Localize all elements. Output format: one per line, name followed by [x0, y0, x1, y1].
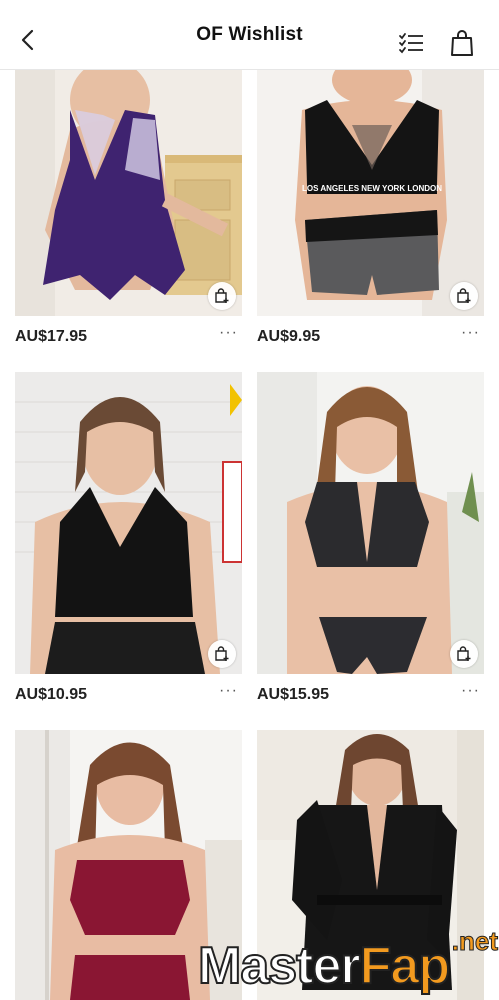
product-price: AU$15.95 [257, 686, 330, 703]
product-card[interactable]: LOS ANGELES NEW YORK LONDON AU$9.95 ··· [257, 70, 484, 356]
product-price: AU$9.95 [257, 328, 321, 345]
watermark-suffix: .net [451, 926, 498, 957]
product-image[interactable]: LOS ANGELES NEW YORK LONDON [257, 70, 484, 316]
product-info: AU$15.95 ··· [257, 674, 484, 714]
top-app-bar: OF Wishlist [0, 0, 499, 70]
back-chevron-icon[interactable] [16, 28, 40, 52]
watermark-text-a: Master [197, 937, 362, 995]
product-price: AU$10.95 [15, 686, 88, 703]
watermark-text: MasterFap [197, 937, 451, 995]
product-image[interactable] [15, 372, 242, 674]
shopping-bag-icon[interactable] [450, 30, 474, 56]
page-title: OF Wishlist [196, 23, 303, 45]
add-to-bag-icon [215, 646, 229, 661]
product-info: AU$17.95 ··· [15, 316, 242, 356]
add-to-bag-icon [215, 288, 229, 303]
add-to-bag-button[interactable] [450, 640, 478, 668]
product-image[interactable] [15, 70, 242, 316]
watermark-text-b: Fap [359, 937, 451, 995]
more-options-button[interactable]: ··· [461, 682, 480, 700]
more-options-button[interactable]: ··· [219, 324, 238, 342]
product-card[interactable]: AU$15.95 ··· [257, 372, 484, 714]
product-info: AU$10.95 ··· [15, 674, 242, 714]
product-image[interactable] [257, 372, 484, 674]
more-options-button[interactable]: ··· [461, 324, 480, 342]
product-price: AU$17.95 [15, 328, 88, 345]
add-to-bag-button[interactable] [208, 282, 236, 310]
product-card[interactable]: AU$17.95 ··· [15, 70, 242, 356]
more-options-button[interactable]: ··· [219, 682, 238, 700]
product-card[interactable]: AU$10.95 ··· [15, 372, 242, 714]
wishlist-grid: AU$17.95 ··· LOS ANGELES NEW YORK LONDON [0, 70, 499, 1000]
add-to-bag-icon [457, 288, 471, 303]
garment-print-text: LOS ANGELES NEW YORK LONDON [302, 184, 442, 193]
add-to-bag-button[interactable] [208, 640, 236, 668]
add-to-bag-icon [457, 646, 471, 661]
watermark-logo: .net MasterFap [197, 926, 499, 996]
checklist-icon[interactable] [398, 32, 424, 54]
add-to-bag-button[interactable] [450, 282, 478, 310]
product-info: AU$9.95 ··· [257, 316, 484, 356]
